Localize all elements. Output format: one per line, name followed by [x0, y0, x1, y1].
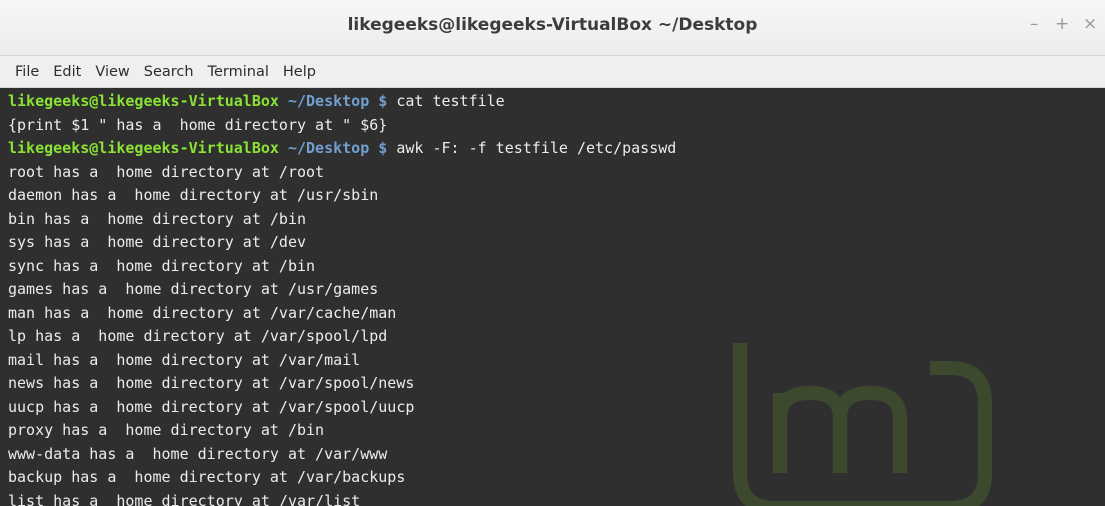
menu-terminal[interactable]: Terminal: [201, 57, 276, 87]
prompt-user-host: likegeeks@likegeeks-VirtualBox: [8, 139, 279, 157]
output-line: {print $1 " has a home directory at " $6…: [8, 115, 388, 134]
terminal-window: likegeeks@likegeeks-VirtualBox ~/Desktop…: [0, 0, 1105, 506]
prompt-path: ~/Desktop $: [278, 92, 397, 110]
prompt-path: ~/Desktop $: [278, 139, 397, 157]
maximize-button[interactable]: +: [1055, 14, 1069, 34]
prompt-user-host: likegeeks@likegeeks-VirtualBox: [8, 92, 279, 110]
menu-edit[interactable]: Edit: [46, 57, 88, 87]
prompt-line: likegeeks@likegeeks-VirtualBox ~/Desktop…: [8, 90, 1105, 114]
output-line: www-data has a home directory at /var/ww…: [8, 444, 388, 463]
output-line: uucp has a home directory at /var/spool/…: [8, 397, 415, 416]
command-text: cat testfile: [396, 92, 505, 110]
output-line: bin has a home directory at /bin: [8, 209, 307, 228]
output-line: lp has a home directory at /var/spool/lp…: [8, 327, 388, 345]
output-line: games has a home directory at /usr/games: [8, 280, 379, 298]
output-line: news has a home directory at /var/spool/…: [8, 374, 415, 392]
output-line: proxy has a home directory at /bin: [8, 421, 325, 439]
terminal-output[interactable]: likegeeks@likegeeks-VirtualBox ~/Desktop…: [0, 88, 1105, 506]
minimize-button[interactable]: –: [1027, 14, 1041, 34]
menu-file[interactable]: File: [8, 57, 46, 87]
menu-view[interactable]: View: [88, 57, 136, 87]
menu-help[interactable]: Help: [276, 57, 323, 87]
prompt-line: likegeeks@likegeeks-VirtualBox ~/Desktop…: [8, 137, 1105, 161]
output-line: sync has a home directory at /bin: [8, 256, 316, 275]
output-line: root has a home directory at /root: [8, 162, 325, 181]
title-bar[interactable]: likegeeks@likegeeks-VirtualBox ~/Desktop…: [0, 0, 1105, 56]
output-line: sys has a home directory at /dev: [8, 233, 307, 251]
output-line: daemon has a home directory at /usr/sbin: [8, 186, 379, 204]
menu-search[interactable]: Search: [137, 57, 201, 87]
close-button[interactable]: ×: [1083, 14, 1097, 34]
output-line: mail has a home directory at /var/mail: [8, 350, 361, 369]
output-line: backup has a home directory at /var/back…: [8, 468, 406, 486]
terminal-lines: likegeeks@likegeeks-VirtualBox ~/Desktop…: [8, 90, 1105, 506]
output-line: list has a home directory at /var/list: [8, 491, 361, 506]
menu-bar: File Edit View Search Terminal Help: [0, 56, 1105, 88]
output-line: man has a home directory at /var/cache/m…: [8, 303, 397, 322]
window-controls: – + ×: [1027, 14, 1098, 34]
command-text: awk -F: -f testfile /etc/passwd: [396, 139, 677, 157]
window-title: likegeeks@likegeeks-VirtualBox ~/Desktop: [347, 15, 758, 35]
